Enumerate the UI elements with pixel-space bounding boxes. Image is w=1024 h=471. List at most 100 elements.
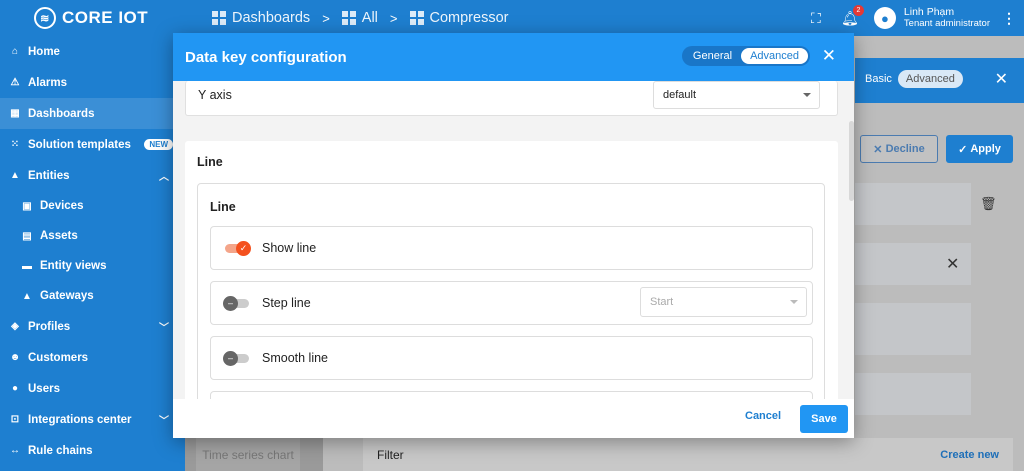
warning-icon: ⚠ [10, 77, 20, 88]
step-line-row: – Step line Start [210, 281, 813, 325]
y-axis-select[interactable]: default [653, 81, 820, 109]
customers-icon: ☻ [9, 352, 21, 363]
sidebar-item-label: Entities [28, 169, 70, 182]
asset-icon: ▤ [22, 230, 32, 242]
step-line-label: Step line [262, 296, 311, 310]
dialog-title: Data key configuration [185, 48, 347, 66]
breadcrumb-all[interactable]: All [341, 10, 378, 26]
chevron-down-icon: ﹀ [159, 323, 169, 334]
sidebar-item-label: Profiles [28, 320, 71, 333]
sidebar-item-profiles[interactable]: ◈ Profiles ﹀ [0, 311, 185, 342]
user-name: Linh Phạm [903, 6, 955, 18]
show-line-row: ✓ Show line [210, 226, 813, 270]
sidebar-item-label: Assets [40, 230, 78, 242]
close-icon: ✕ [873, 143, 886, 156]
user-role: Tenant administrator [903, 18, 990, 29]
dashboard-icon [341, 11, 356, 25]
chevron-up-icon: ︿ [159, 172, 169, 183]
breadcrumb-dashboards[interactable]: Dashboards [212, 10, 310, 26]
breadcrumb: Dashboards > All > Compressor [212, 10, 508, 26]
more-vert-icon[interactable]: ⋮ [1002, 10, 1016, 27]
line-section: Line Line ✓ Show line – Step line Start … [185, 141, 838, 399]
fullscreen-icon[interactable]: ⛶ [806, 8, 826, 28]
smooth-line-row: – Smooth line [210, 336, 813, 380]
apply-button[interactable]: ✓ Apply [946, 135, 1013, 163]
sidebar-item-users[interactable]: ● Users [0, 373, 185, 404]
mode-general[interactable]: General [684, 48, 741, 64]
sidebar-item-alarms[interactable]: ⚠ Alarms [0, 67, 185, 98]
sidebar-item-solution-templates[interactable]: ⁙ Solution templates NEW [0, 129, 185, 160]
config-mode-toggle[interactable]: General Advanced [681, 46, 810, 66]
home-icon: ⌂ [11, 46, 19, 57]
close-icon[interactable]: ✕ [822, 46, 836, 66]
widget-card: Time series chart [196, 438, 300, 471]
mode-advanced[interactable]: Advanced [741, 48, 808, 64]
integration-icon: ⊡ [10, 414, 20, 425]
logo-text: CORE IOT [62, 8, 149, 27]
user-info[interactable]: Linh Phạm Tenant administrator [904, 6, 990, 30]
mode-advanced[interactable]: Advanced [897, 70, 963, 88]
next-option-row [210, 391, 813, 399]
sidebar-item-entities[interactable]: ▲ Entities ︿ [0, 160, 185, 191]
top-bar: ≋ CORE IOT Dashboards > All > Compressor… [0, 0, 1024, 36]
entities-icon: ▲ [10, 170, 20, 181]
smooth-line-toggle[interactable]: – [223, 351, 251, 366]
save-button[interactable]: Save [800, 405, 848, 433]
dialog-body[interactable]: Y axis default Line Line ✓ Show line – S… [173, 81, 854, 399]
line-settings-panel: Line ✓ Show line – Step line Start – Smo… [197, 183, 825, 399]
sidebar-item-label: Customers [28, 351, 89, 364]
device-icon: ▣ [22, 200, 32, 212]
sidebar-item-label: Entity views [40, 260, 107, 272]
widget-mode-toggle[interactable]: Basic Advanced [865, 70, 963, 88]
close-icon[interactable]: ✕ [946, 254, 959, 274]
check-icon: ✓ [958, 143, 971, 156]
user-icon: ● [11, 383, 19, 394]
sidebar-item-home[interactable]: ⌂ Home [0, 36, 185, 67]
close-icon[interactable]: ✕ [995, 69, 1008, 89]
sidebar-item-gateways[interactable]: ▲ Gateways [0, 281, 185, 311]
show-line-toggle[interactable]: ✓ [223, 241, 251, 256]
trash-icon[interactable]: 🗑︎ [980, 196, 997, 212]
sidebar-item-rule-chains[interactable]: ↔ Rule chains [0, 435, 185, 466]
minus-icon: – [223, 296, 238, 311]
breadcrumb-separator: > [389, 10, 398, 26]
sidebar: ⌂ Home ⚠ Alarms ▦ Dashboards ⁙ Solution temp… [0, 36, 185, 471]
y-axis-label: Y axis [198, 88, 232, 102]
dialog-footer: Cancel Save [173, 399, 854, 438]
dashboard-icon [212, 11, 226, 25]
sidebar-item-dashboards[interactable]: ▦ Dashboards [0, 98, 185, 129]
create-new-link[interactable]: Create new [940, 449, 999, 461]
sidebar-item-label: Dashboards [28, 107, 95, 120]
widget-editor-header: Basic Advanced ✕ [855, 58, 1024, 103]
bg-field [855, 373, 971, 415]
scrollbar[interactable] [849, 121, 854, 201]
logo[interactable]: ≋ CORE IOT [0, 7, 185, 29]
bg-field [855, 303, 971, 355]
sidebar-item-devices[interactable]: ▣ Devices [0, 191, 185, 221]
sidebar-item-customers[interactable]: ☻ Customers [0, 342, 185, 373]
filter-label: Filter [377, 447, 404, 462]
sidebar-item-assets[interactable]: ▤ Assets [0, 221, 185, 251]
sidebar-item-label: Devices [40, 200, 84, 212]
account-icon[interactable]: ● [873, 7, 896, 29]
step-type-select: Start [640, 287, 807, 317]
decline-label: Decline [885, 143, 925, 155]
data-key-config-dialog: Data key configuration General Advanced … [173, 33, 854, 438]
sidebar-item-label: Integrations center [28, 413, 132, 426]
sidebar-item-label: Users [28, 382, 60, 395]
mode-basic[interactable]: Basic [865, 73, 892, 85]
sidebar-item-entity-views[interactable]: ▬ Entity views [0, 251, 185, 281]
decline-button[interactable]: ✕ Decline [860, 135, 938, 163]
sidebar-item-integrations-center[interactable]: ⊡ Integrations center ﹀ [0, 404, 185, 435]
bell-icon[interactable]: 🔔︎ 2 [840, 5, 864, 28]
dialog-header: Data key configuration General Advanced … [173, 33, 854, 81]
apply-label: Apply [970, 143, 1001, 155]
breadcrumb-label: Dashboards [232, 10, 311, 26]
section-title: Line [197, 155, 223, 169]
step-line-toggle[interactable]: – [223, 296, 251, 311]
rule-chain-icon: ↔ [10, 445, 20, 456]
filter-bar: Filter Create new [363, 438, 1013, 471]
cancel-button[interactable]: Cancel [745, 410, 781, 422]
sidebar-item-label: Home [28, 45, 60, 58]
breadcrumb-compressor: Compressor [409, 10, 508, 26]
